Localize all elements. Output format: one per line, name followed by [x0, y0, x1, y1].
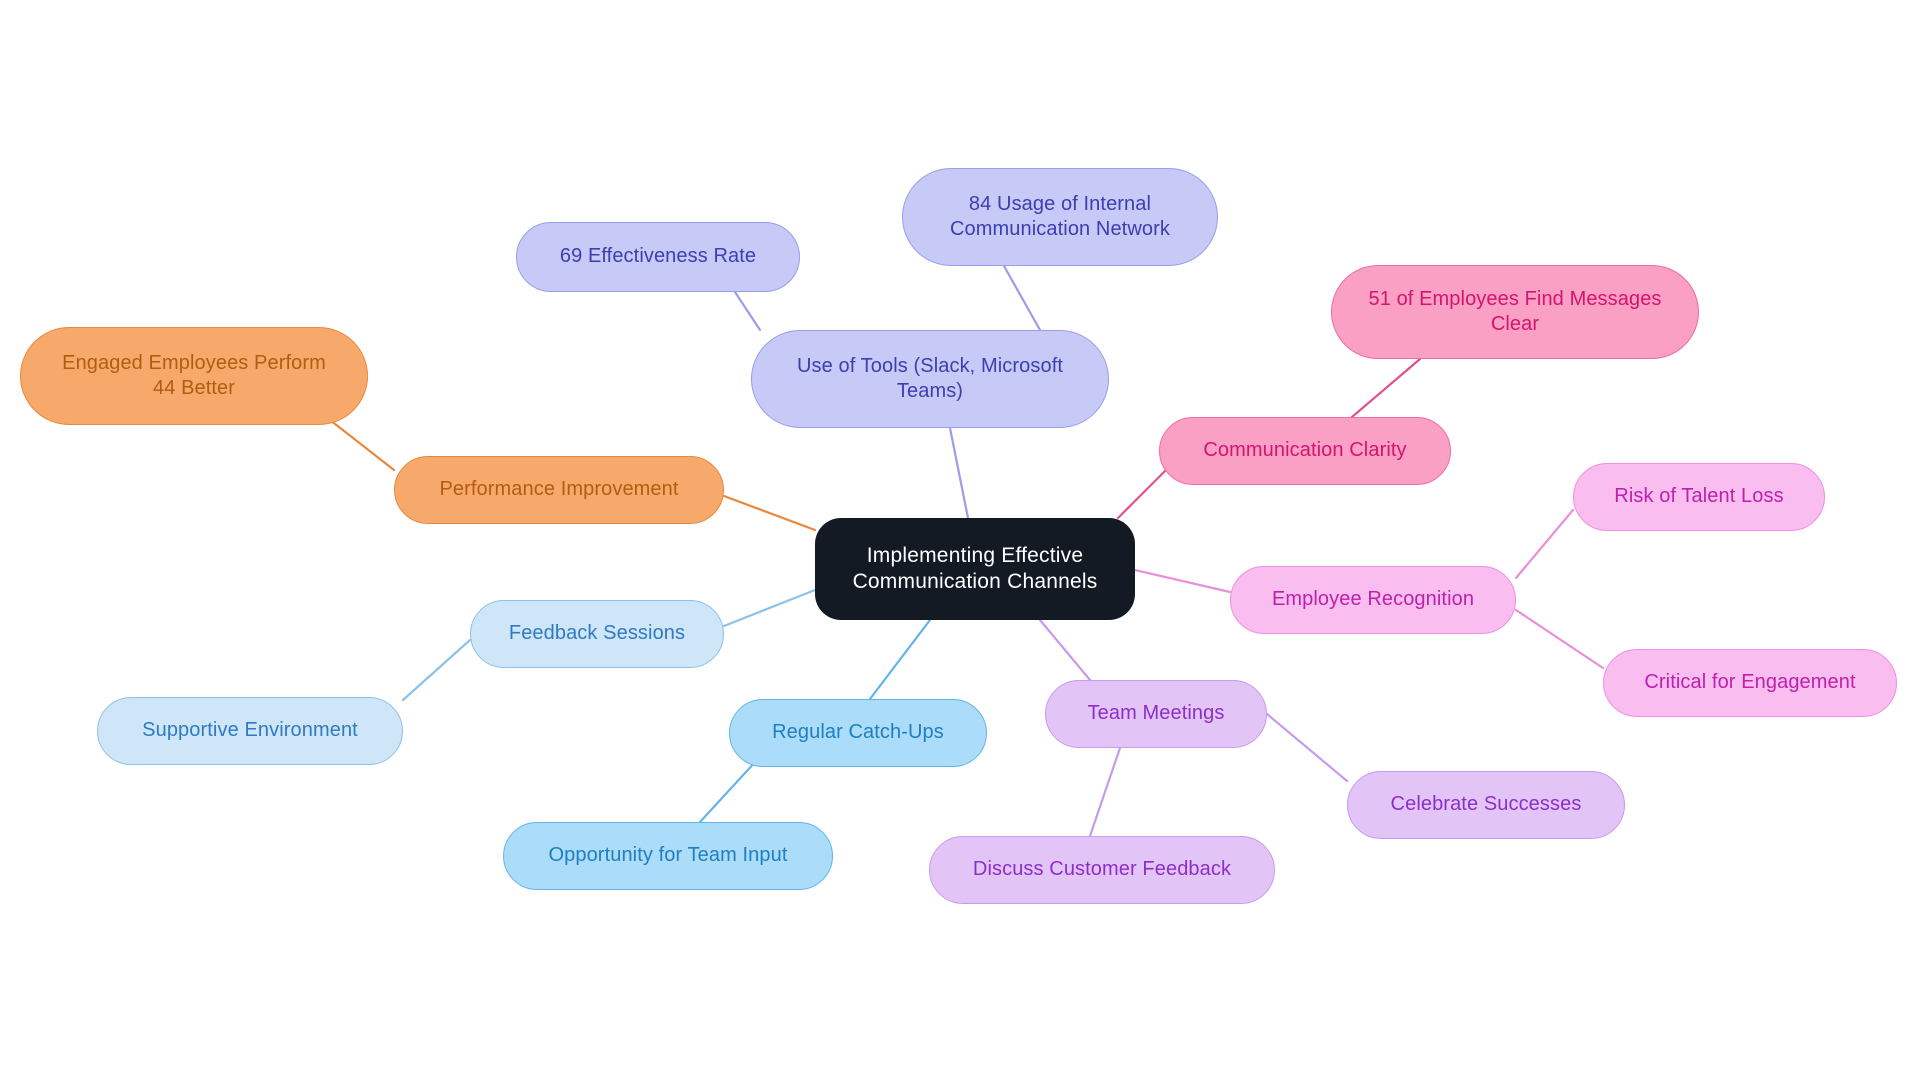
node-label: Opportunity for Team Input: [548, 844, 788, 867]
node-label: Team Meetings: [1087, 702, 1225, 725]
node-usage-internal-network[interactable]: 84 Usage of Internal Communication Netwo…: [902, 168, 1218, 266]
node-discuss-customer-feedback[interactable]: Discuss Customer Feedback: [929, 836, 1275, 904]
edge-team-discuss-feedback: [1088, 746, 1122, 838]
node-label: Supportive Environment: [142, 719, 358, 742]
edge-root-recognition: [1133, 568, 1232, 594]
edge-clarity-messages-clear: [1350, 357, 1422, 419]
node-employee-recognition[interactable]: Employee Recognition: [1230, 566, 1516, 634]
node-feedback-sessions[interactable]: Feedback Sessions: [470, 600, 724, 668]
node-label: 51 of Employees Find Messages Clear: [1368, 287, 1662, 335]
node-root[interactable]: Implementing Effective Communication Cha…: [815, 518, 1135, 620]
node-label: Regular Catch-Ups: [772, 721, 944, 744]
edge-tools-effectiveness: [733, 290, 762, 332]
edge-root-use-of-tools: [948, 426, 970, 520]
edge-root-feedback: [722, 588, 817, 628]
node-engaged-employees-perform[interactable]: Engaged Employees Perform 44 Better: [20, 327, 368, 425]
node-label: Critical for Engagement: [1644, 671, 1856, 694]
node-label: Engaged Employees Perform 44 Better: [62, 351, 326, 399]
node-label: Feedback Sessions: [508, 622, 686, 645]
node-supportive-environment[interactable]: Supportive Environment: [97, 697, 403, 765]
edge-catchups-opportunity: [698, 758, 759, 824]
mindmap-canvas: Implementing Effective Communication Cha…: [0, 0, 1920, 1083]
node-opportunity-team-input[interactable]: Opportunity for Team Input: [503, 822, 833, 890]
node-communication-clarity[interactable]: Communication Clarity: [1159, 417, 1451, 485]
node-celebrate-successes[interactable]: Celebrate Successes: [1347, 771, 1625, 839]
node-label: Use of Tools (Slack, Microsoft Teams): [796, 354, 1064, 402]
edge-team-celebrate: [1265, 712, 1349, 783]
node-label: 69 Effectiveness Rate: [559, 245, 757, 268]
node-label: Communication Clarity: [1203, 439, 1407, 462]
node-label: Risk of Talent Loss: [1614, 485, 1784, 508]
node-regular-catch-ups[interactable]: Regular Catch-Ups: [729, 699, 987, 767]
node-critical-for-engagement[interactable]: Critical for Engagement: [1603, 649, 1897, 717]
node-effectiveness-rate[interactable]: 69 Effectiveness Rate: [516, 222, 800, 292]
node-label: 84 Usage of Internal Communication Netwo…: [950, 192, 1170, 240]
edge-feedback-supportive: [401, 638, 472, 702]
node-use-of-tools[interactable]: Use of Tools (Slack, Microsoft Teams): [751, 330, 1109, 428]
node-label: Discuss Customer Feedback: [972, 858, 1232, 881]
edge-root-team-meetings: [1038, 618, 1092, 682]
node-employees-find-messages-clear[interactable]: 51 of Employees Find Messages Clear: [1331, 265, 1699, 359]
node-label: Employee Recognition: [1271, 588, 1475, 611]
node-team-meetings[interactable]: Team Meetings: [1045, 680, 1267, 748]
node-risk-talent-loss[interactable]: Risk of Talent Loss: [1573, 463, 1825, 531]
node-performance-improvement[interactable]: Performance Improvement: [394, 456, 724, 524]
node-label: Celebrate Successes: [1390, 793, 1582, 816]
node-label: Performance Improvement: [439, 478, 679, 501]
node-label: Implementing Effective Communication Cha…: [852, 543, 1098, 593]
edge-root-catchups: [868, 618, 932, 701]
edge-recognition-critical: [1514, 608, 1605, 670]
edge-root-performance: [722, 494, 817, 532]
edge-recognition-risk-talent: [1514, 508, 1575, 580]
edge-tools-usage-network: [1002, 264, 1042, 332]
edge-performance-engaged: [328, 418, 396, 472]
